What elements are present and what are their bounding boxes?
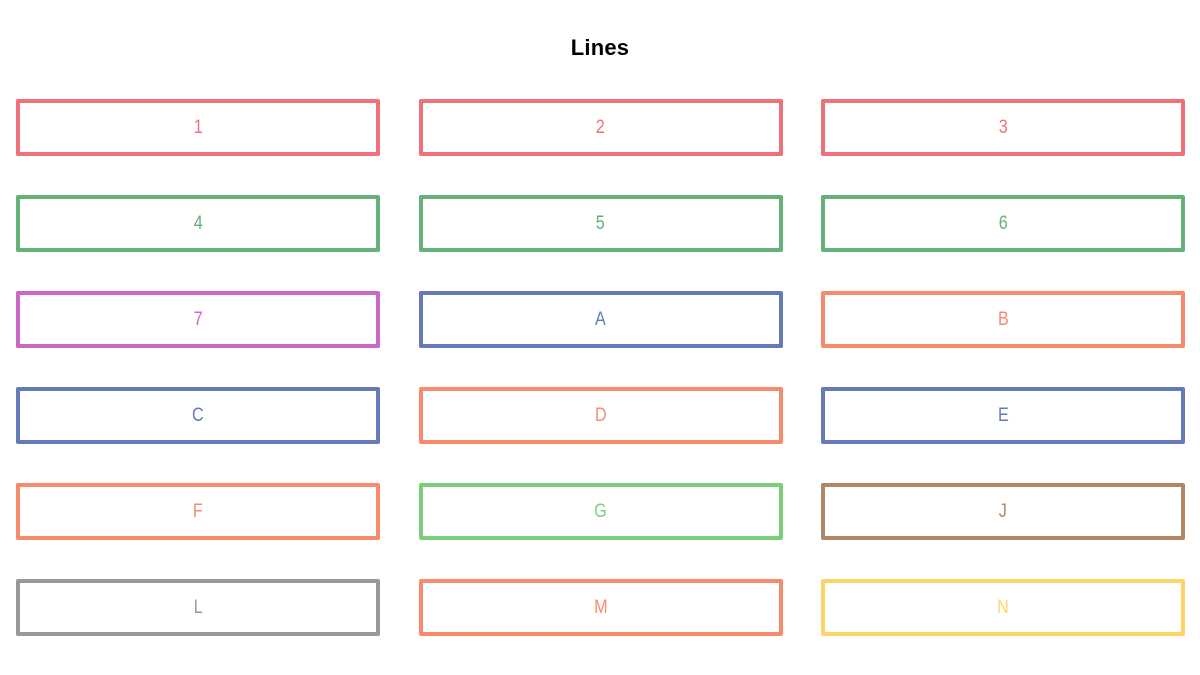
line-button-l[interactable]: L: [16, 579, 380, 636]
line-label: M: [593, 596, 608, 618]
line-label: L: [193, 596, 203, 618]
line-button-n[interactable]: N: [821, 579, 1185, 636]
line-button-d[interactable]: D: [418, 387, 783, 444]
line-label: 5: [595, 212, 605, 234]
line-button-m[interactable]: M: [418, 579, 783, 636]
line-button-b[interactable]: B: [821, 291, 1185, 348]
line-button-e[interactable]: E: [821, 387, 1185, 444]
line-label: E: [997, 404, 1009, 426]
line-button-f[interactable]: F: [16, 483, 380, 540]
line-button-4[interactable]: 4: [16, 195, 380, 252]
line-label: J: [998, 500, 1008, 522]
line-label: G: [594, 500, 607, 522]
line-label: 6: [998, 212, 1008, 234]
line-label: 1: [193, 116, 203, 138]
page-title: Lines: [570, 35, 630, 60]
line-label: 7: [193, 308, 203, 330]
line-label: 4: [193, 212, 203, 234]
line-label: F: [193, 500, 203, 522]
line-label: C: [192, 404, 204, 426]
line-button-5[interactable]: 5: [418, 195, 783, 252]
line-button-6[interactable]: 6: [821, 195, 1185, 252]
line-button-a[interactable]: A: [418, 291, 783, 348]
line-label: 2: [595, 116, 605, 138]
line-label: D: [594, 404, 607, 426]
line-button-j[interactable]: J: [821, 483, 1185, 540]
line-grid: 1 2 3 4 5 6 7 A B C D E F G J L M N: [16, 99, 1185, 636]
line-button-7[interactable]: 7: [16, 291, 380, 348]
line-label: A: [595, 308, 606, 330]
line-label: B: [997, 308, 1009, 330]
line-button-g[interactable]: G: [418, 483, 783, 540]
line-button-c[interactable]: C: [16, 387, 380, 444]
line-button-3[interactable]: 3: [821, 99, 1185, 156]
line-button-1[interactable]: 1: [16, 99, 380, 156]
line-button-2[interactable]: 2: [418, 99, 783, 156]
line-label: N: [997, 596, 1009, 618]
line-label: 3: [998, 116, 1008, 138]
